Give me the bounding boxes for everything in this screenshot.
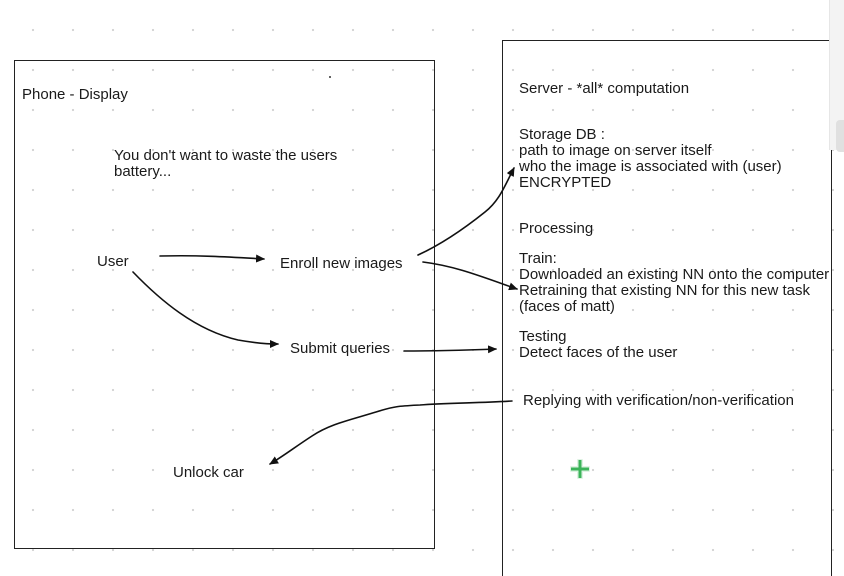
arrow-submit-to-testing[interactable] (403, 345, 497, 354)
plus-cursor-icon (570, 459, 590, 479)
arrow-enroll-to-storage[interactable] (417, 167, 515, 256)
arrow-user-to-enroll[interactable] (159, 254, 265, 263)
arrow-user-to-submit[interactable] (132, 271, 279, 348)
arrows-layer (132, 167, 518, 465)
scrollbar-thumb[interactable] (836, 120, 844, 152)
arrow-reply-to-unlock[interactable] (269, 400, 513, 465)
arrow-enroll-to-train[interactable] (422, 261, 518, 291)
scrollbar[interactable] (829, 0, 844, 152)
